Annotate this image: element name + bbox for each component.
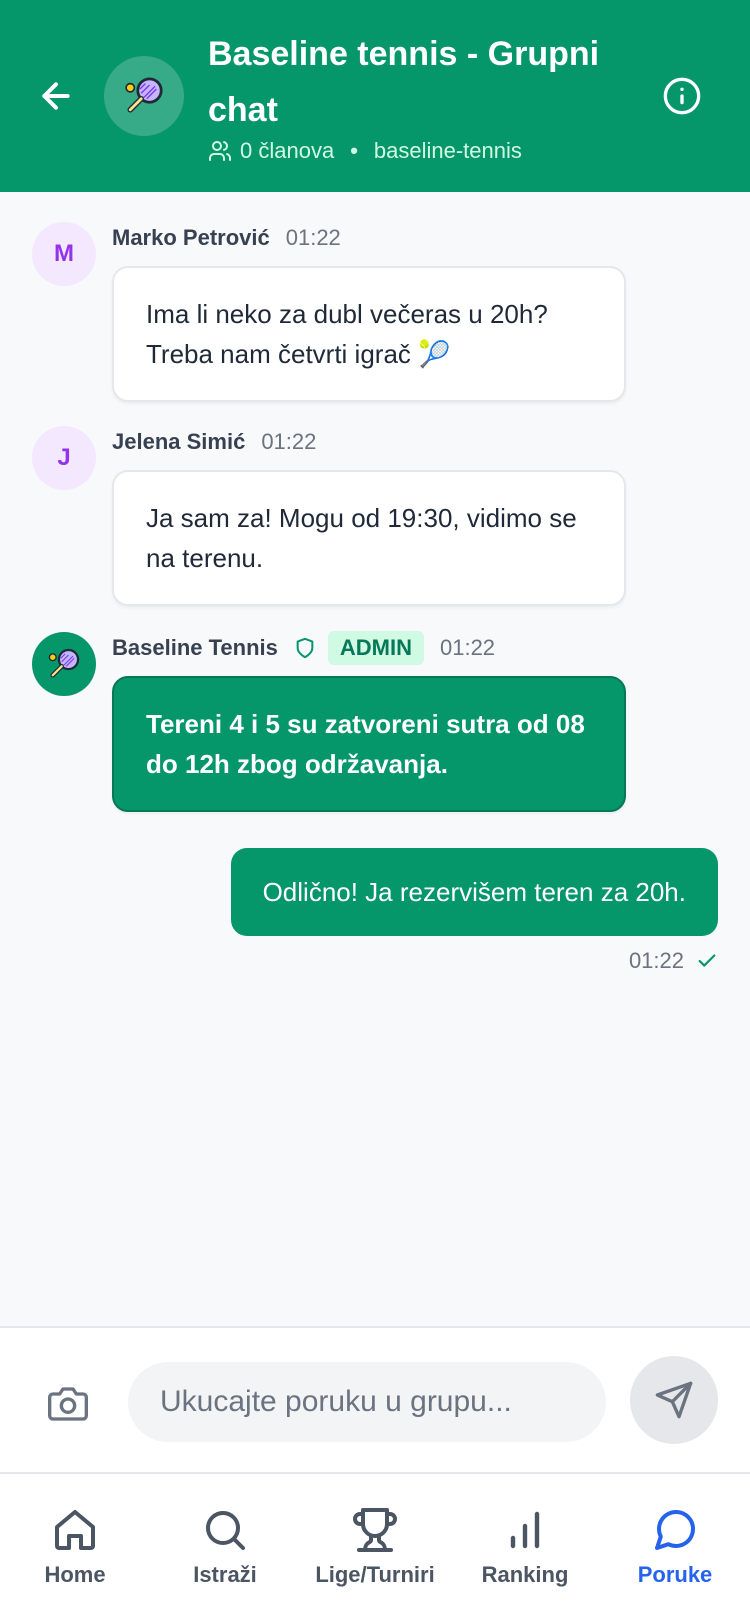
nav-home[interactable]: Home <box>0 1474 150 1624</box>
message-bubble-admin: Tereni 4 i 5 su zatvoreni sutra od 08 do… <box>112 676 626 812</box>
message-author: Baseline Tennis <box>112 635 278 660</box>
bottom-nav: Home Istraži Lige/Turniri Ranking Poruke <box>0 1474 750 1624</box>
message-author: Jelena Simić <box>112 429 246 454</box>
tennis-racket-icon <box>125 77 163 113</box>
bar-chart-icon <box>510 1511 540 1549</box>
search-icon <box>206 1511 245 1550</box>
info-icon <box>663 77 701 115</box>
trophy-icon <box>353 1508 397 1552</box>
chat-icon <box>655 1509 696 1550</box>
own-message-bubble: Odlično! Ja rezervišem teren za 20h. <box>230 848 718 936</box>
users-icon <box>208 139 232 163</box>
avatar: M <box>32 222 96 286</box>
message-time: 01:22 <box>628 948 684 973</box>
own-message-meta: 01:22 <box>629 948 718 974</box>
tennis-racket-icon <box>48 648 80 678</box>
nav-label: Poruke <box>637 1562 713 1587</box>
message-time: 01:22 <box>439 635 496 660</box>
message-time: 01:22 <box>285 225 341 250</box>
back-button[interactable] <box>32 72 80 120</box>
avatar <box>32 632 96 696</box>
nav-label: Ranking <box>481 1562 569 1587</box>
info-button[interactable] <box>658 72 706 120</box>
nav-leagues[interactable]: Lige/Turniri <box>300 1474 450 1624</box>
nav-ranking[interactable]: Ranking <box>450 1474 600 1624</box>
chat-header: Baseline tennis - Grupni chat 0 članova … <box>0 0 750 192</box>
avatar: J <box>32 426 96 490</box>
message-meta: Marko Petrović 01:22 <box>112 222 341 254</box>
message-bubble: Ima li neko za dubl večeras u 20h? Treba… <box>112 266 626 402</box>
check-icon <box>696 950 718 972</box>
home-icon <box>55 1510 95 1550</box>
nav-messages[interactable]: Poruke <box>600 1474 750 1624</box>
group-slug: baseline-tennis <box>373 138 522 163</box>
chat-subtitle: 0 članova • baseline-tennis <box>208 138 522 164</box>
admin-badge: ADMIN <box>327 631 424 665</box>
nav-explore[interactable]: Istraži <box>150 1474 300 1624</box>
camera-icon <box>48 1387 88 1421</box>
arrow-left-icon <box>42 82 70 110</box>
send-button[interactable] <box>630 1356 718 1444</box>
group-avatar <box>104 56 184 136</box>
message-author: Marko Petrović <box>112 225 270 250</box>
nav-label: Istraži <box>193 1562 257 1587</box>
nav-label: Lige/Turniri <box>315 1562 435 1587</box>
chat-title: Baseline tennis - Grupni chat <box>208 35 600 129</box>
shield-icon <box>294 637 316 659</box>
camera-button[interactable] <box>44 1380 92 1428</box>
send-icon <box>655 1381 693 1419</box>
separator-dot: • <box>350 138 358 163</box>
message-input[interactable] <box>128 1362 606 1442</box>
message-bubble: Ja sam za! Mogu od 19:30, vidimo se na t… <box>112 470 626 606</box>
message-meta: Jelena Simić 01:22 <box>112 426 316 458</box>
message-composer <box>0 1326 750 1474</box>
message-list[interactable]: M Marko Petrović 01:22 Ima li neko za du… <box>0 192 750 1326</box>
message-meta: Baseline Tennis ADMIN 01:22 <box>112 631 496 665</box>
nav-label: Home <box>44 1562 106 1587</box>
member-count: 0 članova <box>240 138 335 163</box>
message-time: 01:22 <box>261 429 317 454</box>
